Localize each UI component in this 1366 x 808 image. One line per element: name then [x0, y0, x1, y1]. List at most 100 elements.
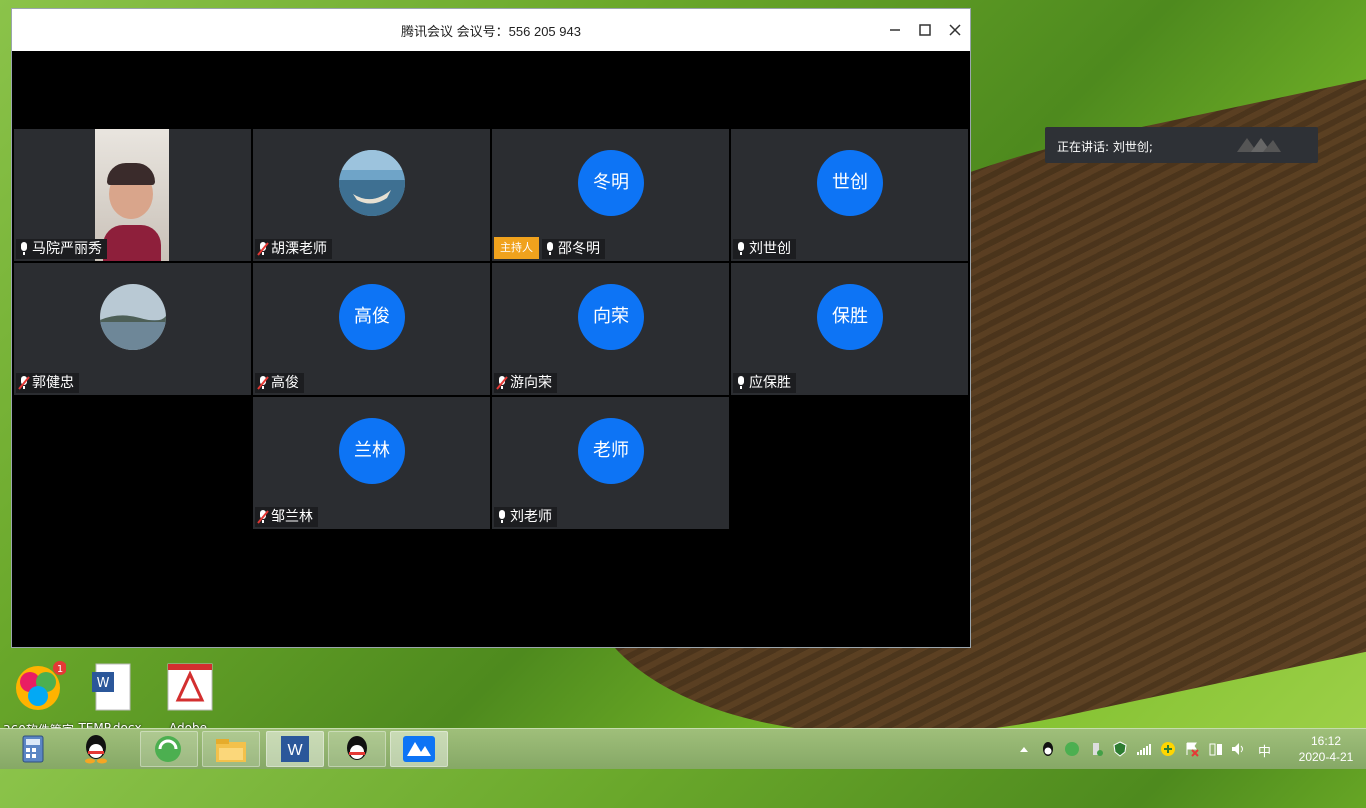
- participant-tile[interactable]: 冬明 主持人 邵冬明: [492, 129, 729, 261]
- host-badge: 主持人: [494, 237, 539, 259]
- participant-name: 高俊: [271, 375, 299, 391]
- meeting-window: 腾讯会议 会议号：556 205 943 马院严丽秀 胡溧老师 冬明 主持人 邵…: [11, 8, 971, 648]
- battery-icon[interactable]: [1208, 741, 1224, 757]
- participant-name: 刘老师: [510, 509, 552, 525]
- participant-name-tag: 邹兰林: [255, 507, 318, 527]
- usb-tray-icon[interactable]: [1088, 741, 1104, 757]
- participant-tile[interactable]: 向荣 游向荣: [492, 263, 729, 395]
- participant-tile[interactable]: 世创 刘世创: [731, 129, 968, 261]
- participant-name: 邵冬明: [558, 241, 600, 257]
- participant-name-tag: 高俊: [255, 373, 304, 393]
- word-document-icon: W: [92, 663, 131, 711]
- 360-tray-icon[interactable]: [1064, 741, 1080, 757]
- qq-icon: [347, 736, 367, 760]
- close-button[interactable]: [944, 19, 966, 41]
- taskbar-tencent-meeting[interactable]: [390, 731, 448, 767]
- 360-software-manager-icon: 1: [16, 661, 67, 710]
- taskbar-qq-window[interactable]: [328, 731, 386, 767]
- participant-name-tag: 胡溧老师: [255, 239, 332, 259]
- participant-tile[interactable]: 保胜 应保胜: [731, 263, 968, 395]
- microphone-muted-icon: [257, 510, 269, 524]
- participant-name-tag: 马院严丽秀: [16, 239, 107, 259]
- file-explorer-icon: [216, 739, 246, 762]
- participant-name: 刘世创: [749, 241, 791, 257]
- participant-name-tag: 刘世创: [733, 239, 796, 259]
- taskbar-calculator[interactable]: [14, 731, 72, 767]
- participant-avatar-initials: 保胜: [817, 284, 883, 350]
- 360-guard-tray-icon[interactable]: [1160, 741, 1176, 757]
- clock-time: 16:12: [1310, 734, 1342, 748]
- microphone-icon: [499, 510, 505, 523]
- window-title: 腾讯会议 会议号：556 205 943: [401, 24, 581, 39]
- taskbar-word[interactable]: W: [266, 731, 324, 767]
- taskbar: W 中 16:12 2020-4-21: [0, 728, 1366, 769]
- participant-avatar-initials: 向荣: [578, 284, 644, 350]
- maximize-icon: [919, 24, 931, 36]
- system-clock[interactable]: 16:12 2020-4-21: [1290, 733, 1362, 765]
- close-icon: [949, 24, 961, 36]
- network-signal-icon[interactable]: [1136, 741, 1152, 757]
- participant-tile[interactable]: 郭健忠: [14, 263, 251, 395]
- participant-name-tag: 应保胜: [733, 373, 796, 393]
- taskbar-file-explorer[interactable]: [202, 731, 260, 767]
- action-center-flag-icon[interactable]: [1184, 741, 1200, 757]
- participant-name: 应保胜: [749, 375, 791, 391]
- participant-tile[interactable]: 胡溧老师: [253, 129, 490, 261]
- desktop-icon-adobe[interactable]: Adobe: [153, 660, 223, 735]
- participant-name: 邹兰林: [271, 509, 313, 525]
- participant-avatar-initials: 冬明: [578, 150, 644, 216]
- participant-name: 胡溧老师: [271, 241, 327, 257]
- participant-avatar-initials: 高俊: [339, 284, 405, 350]
- qq-icon: [85, 735, 107, 764]
- desktop-icon-temp-docx[interactable]: W TEMP.docx: [75, 660, 145, 735]
- volume-icon[interactable]: [1230, 741, 1246, 757]
- microphone-muted-icon: [18, 376, 30, 390]
- participant-name-tag: 邵冬明: [542, 239, 605, 259]
- maximize-button[interactable]: [914, 19, 936, 41]
- show-hidden-icons-icon[interactable]: [1016, 741, 1032, 757]
- microphone-icon: [547, 242, 553, 255]
- minimize-button[interactable]: [884, 19, 906, 41]
- svg-text:1: 1: [57, 664, 63, 675]
- microphone-icon: [738, 242, 744, 255]
- participant-avatar-initials: 世创: [817, 150, 883, 216]
- security-shield-icon[interactable]: [1112, 741, 1128, 757]
- participant-name: 郭健忠: [32, 375, 74, 391]
- minimize-icon: [890, 29, 900, 31]
- adobe-acrobat-icon: [167, 663, 213, 711]
- taskbar-360-browser[interactable]: [140, 731, 198, 767]
- title-bar[interactable]: 腾讯会议 会议号：556 205 943: [12, 9, 970, 51]
- participant-name-tag: 刘老师: [494, 507, 557, 527]
- microphone-muted-icon: [257, 242, 269, 256]
- microphone-icon: [21, 242, 27, 255]
- tencent-meeting-icon: [403, 736, 435, 762]
- microphone-muted-icon: [496, 376, 508, 390]
- svg-text:W: W: [287, 742, 303, 759]
- input-language-indicator[interactable]: 中: [1258, 741, 1271, 760]
- microphone-icon: [738, 376, 744, 389]
- desktop-icon-360[interactable]: 1 360软件管家: [3, 660, 73, 738]
- qq-tray-icon[interactable]: [1040, 741, 1056, 757]
- svg-text:W: W: [97, 676, 110, 691]
- speaker-notification: 正在讲话: 刘世创;: [1045, 127, 1318, 163]
- participant-avatar-initials: 老师: [578, 418, 644, 484]
- microphone-muted-icon: [257, 376, 269, 390]
- participant-tile[interactable]: 兰林 邹兰林: [253, 397, 490, 529]
- participant-name: 马院严丽秀: [32, 241, 102, 257]
- participant-name-tag: 郭健忠: [16, 373, 79, 393]
- participant-tile[interactable]: 马院严丽秀: [14, 129, 251, 261]
- participant-tile[interactable]: 高俊 高俊: [253, 263, 490, 395]
- tencent-meeting-logo-icon: [1237, 138, 1281, 152]
- 360-browser-icon: [155, 736, 181, 762]
- participant-avatar-photo: [339, 150, 405, 216]
- calculator-icon: [22, 735, 44, 763]
- participant-avatar-photo: [100, 284, 166, 350]
- speaker-text: 正在讲话: 刘世创;: [1057, 140, 1153, 154]
- participant-name: 游向荣: [510, 375, 552, 391]
- taskbar-qq[interactable]: [78, 731, 136, 767]
- participant-avatar-initials: 兰林: [339, 418, 405, 484]
- participant-tile[interactable]: 老师 刘老师: [492, 397, 729, 529]
- participant-name-tag: 游向荣: [494, 373, 557, 393]
- clock-date: 2020-4-21: [1298, 750, 1354, 764]
- word-icon: W: [281, 736, 309, 762]
